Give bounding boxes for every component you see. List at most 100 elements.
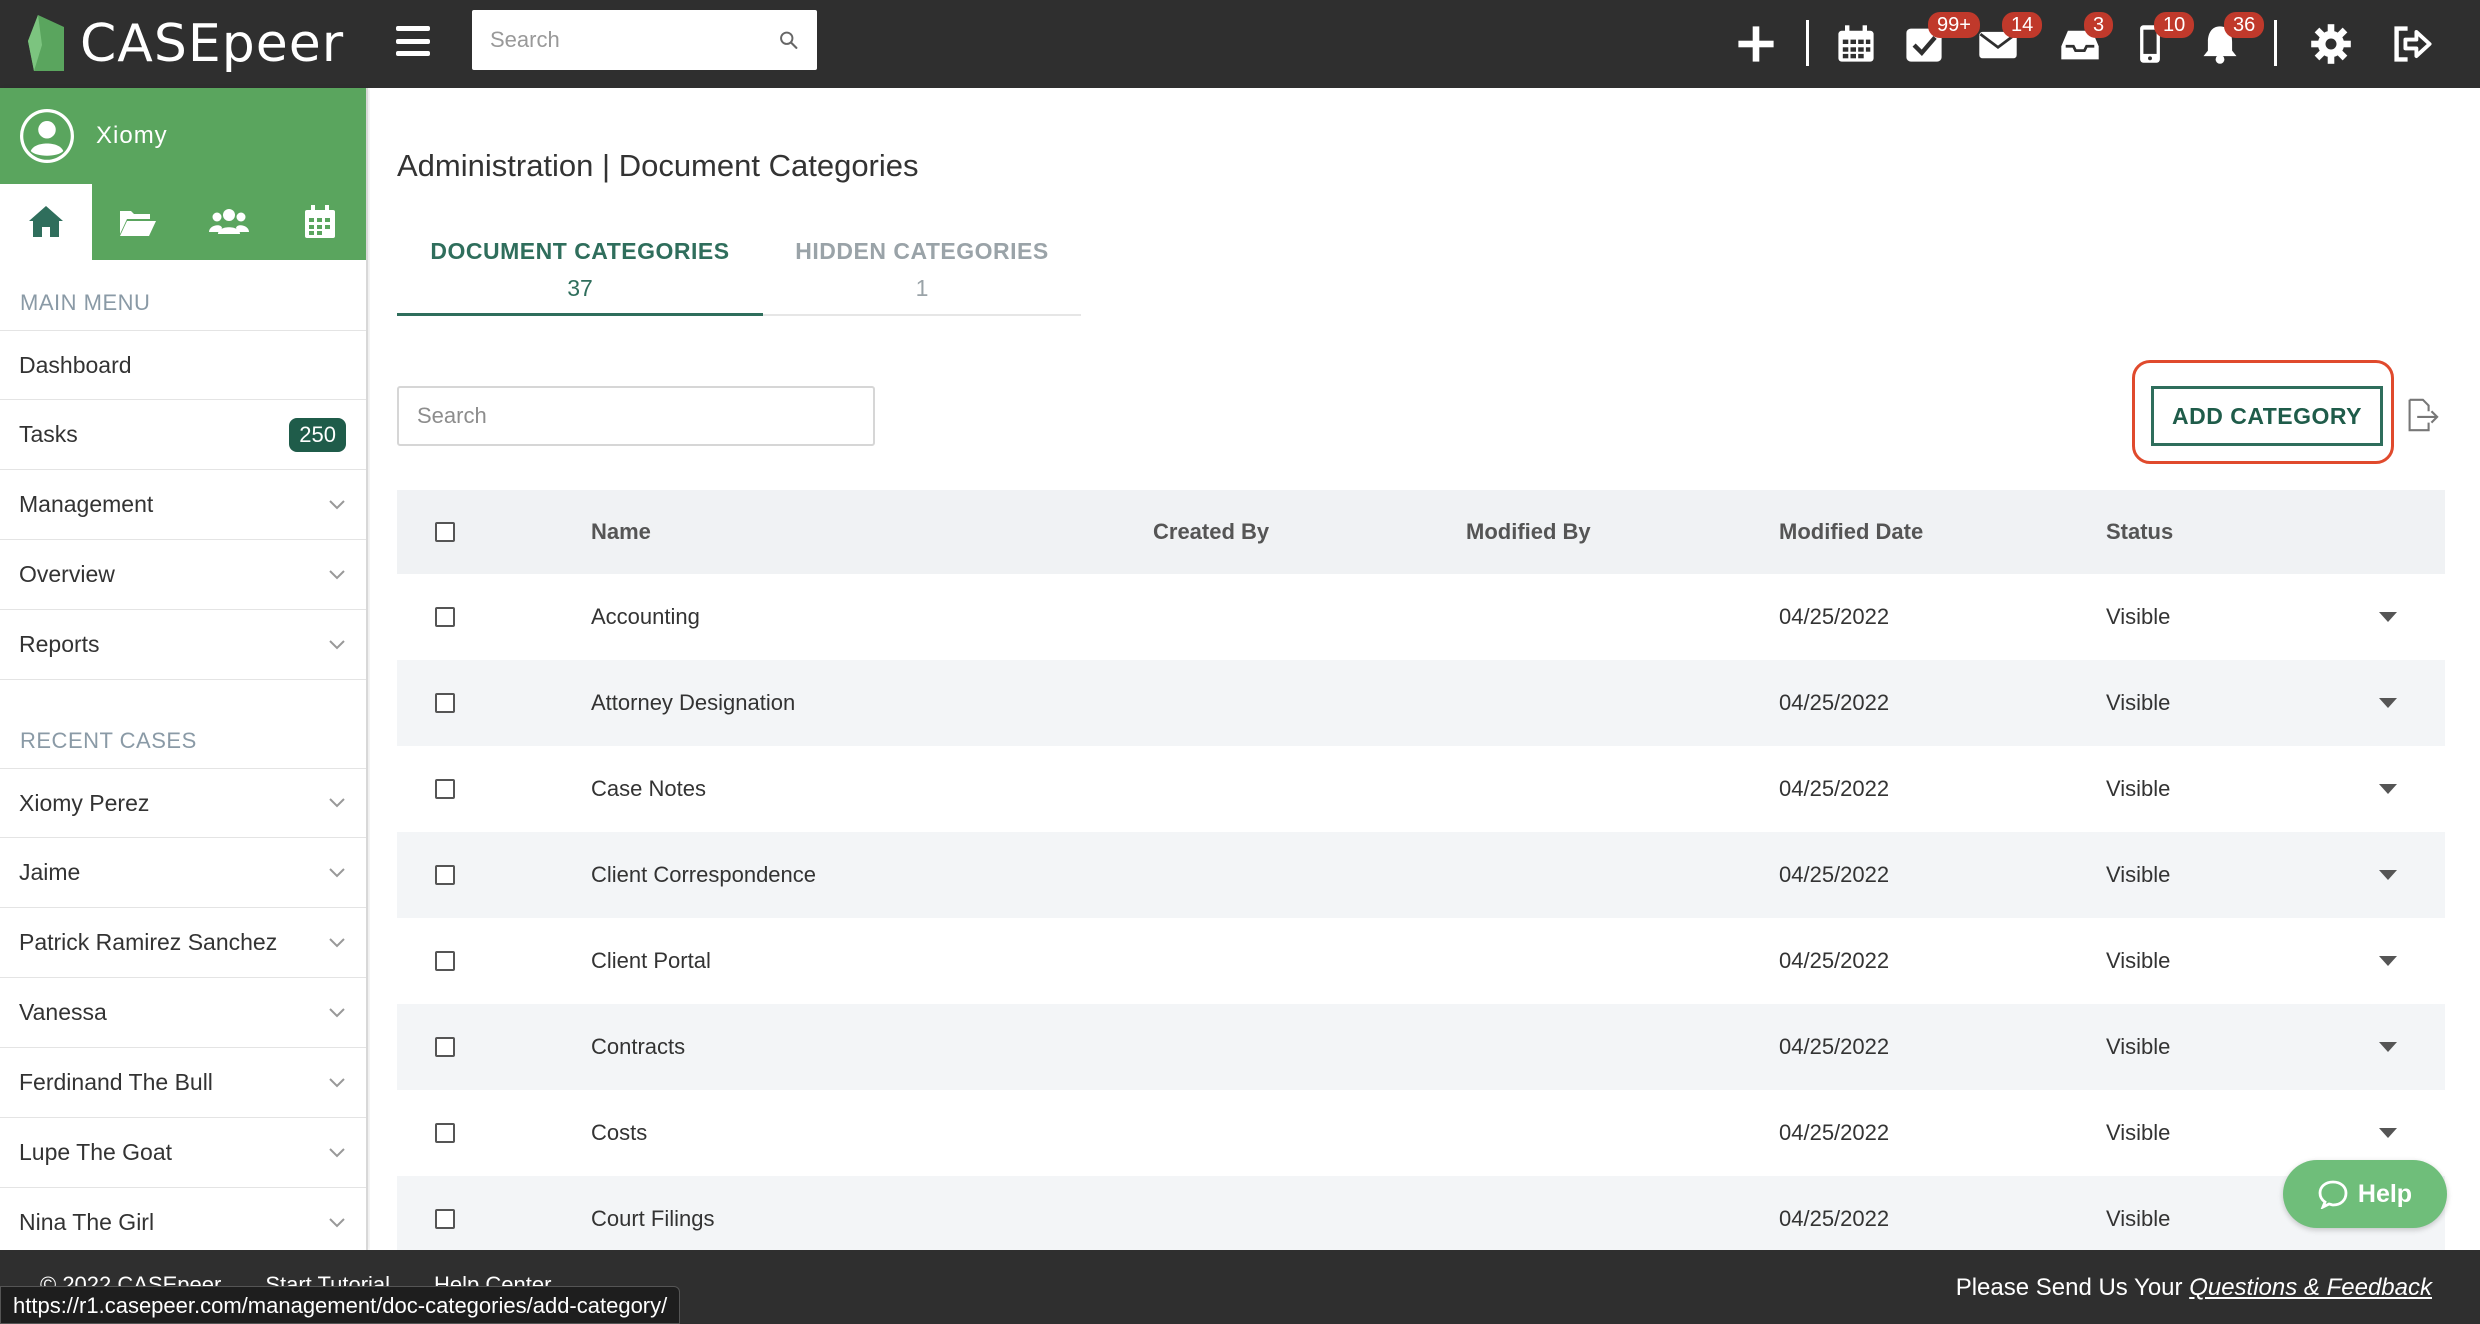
- row-checkbox[interactable]: [435, 607, 455, 627]
- table-row: Client Portal 04/25/2022 Visible: [397, 918, 2445, 1004]
- row-status: Visible: [2106, 862, 2171, 887]
- chevron-down-icon: [329, 1007, 345, 1017]
- chevron-down-icon: [329, 937, 345, 947]
- chevron-down-icon: [329, 1147, 345, 1157]
- header-modified-by[interactable]: Modified By: [1466, 519, 1591, 545]
- mail-icon[interactable]: 14: [1972, 12, 2043, 70]
- plus-icon[interactable]: [1730, 18, 1782, 70]
- recent-case-item[interactable]: Jaime: [0, 838, 366, 908]
- header-name[interactable]: Name: [591, 519, 651, 545]
- row-modified-date: 04/25/2022: [1779, 948, 1890, 973]
- export-icon[interactable]: [2402, 396, 2440, 434]
- feedback-link[interactable]: Questions & Feedback: [2189, 1274, 2432, 1301]
- row-checkbox[interactable]: [435, 1209, 455, 1229]
- sidebar-item-dashboard[interactable]: Dashboard: [0, 330, 366, 400]
- calendar-icon-glyph: [1838, 25, 1874, 62]
- calendar-icon[interactable]: [1830, 18, 1882, 70]
- row-status: Visible: [2106, 1034, 2171, 1059]
- row-select-cell: [435, 865, 455, 885]
- tab-count: 1: [915, 275, 929, 301]
- table-row: Case Notes 04/25/2022 Visible: [397, 746, 2445, 832]
- row-actions-dropdown-icon[interactable]: [2379, 956, 2397, 966]
- row-status: Visible: [2106, 948, 2171, 973]
- footer-feedback: Please Send Us Your Questions & Feedback: [1956, 1274, 2432, 1302]
- table-row: Accounting 04/25/2022 Visible: [397, 574, 2445, 660]
- row-select-cell: [435, 607, 455, 627]
- row-select-cell: [435, 1123, 455, 1143]
- top-navigation-bar: CASEpeer 99+ 14 3 10 36: [0, 0, 2480, 88]
- tasks-check-icon[interactable]: 99+: [1898, 12, 1980, 70]
- recent-case-item[interactable]: Vanessa: [0, 978, 366, 1048]
- casepeer-logo[interactable]: CASEpeer: [24, 6, 344, 82]
- recent-case-label: Xiomy Perez: [19, 789, 150, 816]
- row-select-cell: [435, 779, 455, 799]
- user-profile[interactable]: Xiomy: [0, 88, 366, 184]
- row-modified-date: 04/25/2022: [1779, 604, 1890, 629]
- gear-icon-glyph: [2311, 24, 2351, 64]
- recent-case-item[interactable]: Lupe The Goat: [0, 1118, 366, 1188]
- row-checkbox[interactable]: [435, 865, 455, 885]
- sidebar-item-label: Reports: [19, 631, 100, 657]
- recent-case-item[interactable]: Patrick Ramirez Sanchez: [0, 908, 366, 978]
- table-row: Costs 04/25/2022 Visible: [397, 1090, 2445, 1176]
- row-checkbox[interactable]: [435, 1123, 455, 1143]
- sidebar-item-overview[interactable]: Overview: [0, 540, 366, 610]
- row-name: Client Correspondence: [591, 862, 817, 887]
- row-modified-date: 04/25/2022: [1779, 862, 1890, 887]
- home-icon: [28, 206, 63, 237]
- tab-hidden-categories[interactable]: HIDDEN CATEGORIES 1: [763, 238, 1081, 316]
- tab-home[interactable]: [0, 184, 92, 260]
- row-checkbox[interactable]: [435, 951, 455, 971]
- recent-case-item[interactable]: Nina The Girl: [0, 1188, 366, 1250]
- global-search: [472, 10, 817, 70]
- row-checkbox[interactable]: [435, 1037, 455, 1057]
- row-actions-dropdown-icon[interactable]: [2379, 870, 2397, 880]
- inbox-icon[interactable]: 3: [2054, 12, 2114, 70]
- mail-badge: 14: [2002, 12, 2043, 38]
- global-search-input[interactable]: [490, 27, 778, 53]
- tab-cases[interactable]: [92, 184, 184, 260]
- row-actions-dropdown-icon[interactable]: [2379, 1042, 2397, 1052]
- chevron-down-icon: [329, 798, 345, 808]
- recent-case-item[interactable]: Xiomy Perez: [0, 768, 366, 838]
- main-menu: Dashboard Tasks 250 Management Overview R…: [0, 330, 366, 680]
- tab-calendar[interactable]: [275, 184, 367, 260]
- phone-icon[interactable]: 10: [2124, 12, 2195, 70]
- sidebar-item-reports[interactable]: Reports: [0, 610, 366, 680]
- row-actions-dropdown-icon[interactable]: [2379, 1128, 2397, 1138]
- header-modified-date[interactable]: Modified Date: [1779, 519, 1923, 545]
- toolbar-divider: [2274, 20, 2277, 66]
- inbox-badge: 3: [2084, 12, 2114, 38]
- row-name: Attorney Designation: [591, 690, 796, 715]
- row-actions-dropdown-icon[interactable]: [2379, 612, 2397, 622]
- add-category-button[interactable]: ADD CATEGORY: [2151, 386, 2383, 446]
- chevron-down-icon: [329, 639, 345, 649]
- row-name: Case Notes: [591, 776, 706, 801]
- help-button[interactable]: Help: [2283, 1160, 2447, 1228]
- row-checkbox[interactable]: [435, 693, 455, 713]
- row-status: Visible: [2106, 1206, 2171, 1231]
- chevron-down-icon: [329, 1077, 345, 1087]
- gear-icon[interactable]: [2305, 18, 2357, 70]
- header-created-by[interactable]: Created By: [1153, 519, 1269, 545]
- recent-cases-list: Xiomy Perez Jaime Patrick Ramirez Sanche…: [0, 768, 366, 1250]
- search-icon[interactable]: [778, 27, 799, 53]
- recent-case-item[interactable]: Ferdinand The Bull: [0, 1048, 366, 1118]
- recent-case-label: Jaime: [19, 859, 81, 885]
- row-actions-dropdown-icon[interactable]: [2379, 784, 2397, 794]
- row-actions-dropdown-icon[interactable]: [2379, 698, 2397, 708]
- row-checkbox[interactable]: [435, 779, 455, 799]
- tab-contacts[interactable]: [183, 184, 275, 260]
- bell-icon[interactable]: 36: [2194, 12, 2265, 70]
- hamburger-menu-icon[interactable]: [396, 26, 430, 56]
- row-name: Costs: [591, 1120, 648, 1145]
- sidebar-item-management[interactable]: Management: [0, 470, 366, 540]
- table-row: Client Correspondence 04/25/2022 Visible: [397, 832, 2445, 918]
- tab-document-categories[interactable]: DOCUMENT CATEGORIES 37: [397, 238, 763, 316]
- logout-icon[interactable]: [2386, 18, 2438, 70]
- phone-badge: 10: [2154, 12, 2195, 38]
- sidebar-item-tasks[interactable]: Tasks 250: [0, 400, 366, 470]
- category-search-input[interactable]: [397, 386, 875, 446]
- select-all-checkbox[interactable]: [435, 522, 455, 542]
- header-status[interactable]: Status: [2106, 519, 2173, 545]
